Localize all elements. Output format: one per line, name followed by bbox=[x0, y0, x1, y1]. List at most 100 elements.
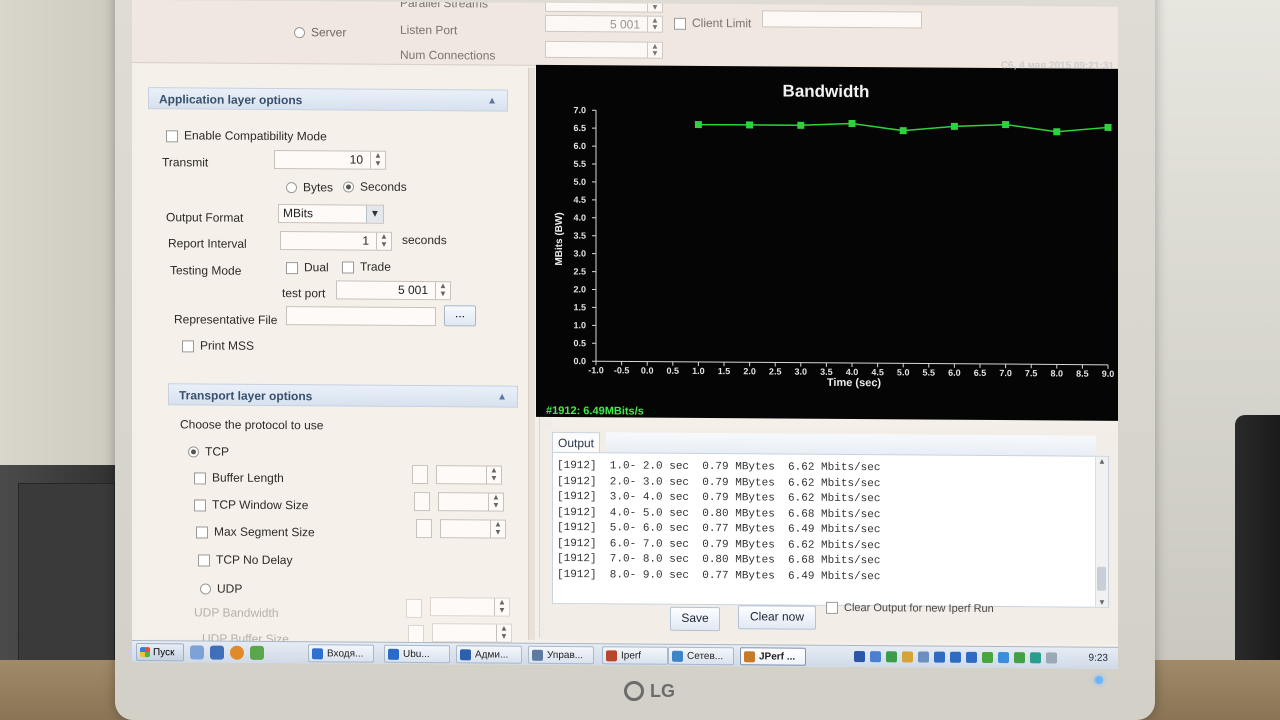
max-segment-spinner[interactable]: ▲ ▼ bbox=[440, 519, 506, 539]
taskbar-task[interactable]: JPerf ... bbox=[740, 647, 806, 666]
output-log[interactable]: [1912] 1.0- 2.0 sec 0.79 MBytes 6.62 Mbi… bbox=[552, 451, 1109, 608]
print-mss-checkbox[interactable] bbox=[182, 340, 194, 353]
app-layer-header[interactable]: Application layer options ▲ bbox=[148, 87, 508, 112]
save-button[interactable]: Save bbox=[670, 606, 720, 632]
tray-app-icon[interactable] bbox=[1014, 652, 1025, 664]
dual-option[interactable]: Dual bbox=[286, 260, 329, 274]
parallel-streams-label: Parallel Streams bbox=[400, 0, 489, 11]
tray-app-icon[interactable] bbox=[870, 651, 881, 663]
tcp-no-delay-checkbox[interactable] bbox=[198, 554, 210, 567]
udp-buffer-spinner[interactable]: ▲ ▼ bbox=[432, 623, 512, 643]
clear-now-button[interactable]: Clear now bbox=[738, 605, 816, 630]
spinner-arrows-icon[interactable]: ▲▼ bbox=[496, 624, 511, 642]
max-segment-checkbox[interactable] bbox=[196, 526, 208, 539]
tray-app-icon[interactable] bbox=[1030, 652, 1041, 664]
task-label: Ubu... bbox=[403, 648, 430, 661]
server-radio-label[interactable]: Server bbox=[294, 25, 346, 39]
task-label: Сетев... bbox=[687, 650, 724, 663]
trade-option[interactable]: Trade bbox=[342, 259, 391, 274]
show-desktop-icon[interactable] bbox=[190, 645, 204, 660]
output-format-select[interactable]: MBits ▼ bbox=[278, 204, 384, 224]
spinner-arrows-icon[interactable]: ▲▼ bbox=[494, 598, 509, 616]
explorer-icon[interactable] bbox=[210, 645, 224, 660]
spinner-arrows-icon[interactable]: ▲▼ bbox=[647, 16, 662, 32]
taskbar-task[interactable]: Входя... bbox=[308, 644, 374, 663]
pane-splitter[interactable] bbox=[528, 67, 535, 640]
print-mss-option[interactable]: Print MSS bbox=[182, 338, 254, 353]
tab-output[interactable]: Output bbox=[552, 431, 600, 454]
quick-launch-icon[interactable] bbox=[250, 645, 264, 660]
scroll-down-icon[interactable]: ▼ bbox=[1096, 598, 1108, 607]
bytes-radio[interactable] bbox=[286, 182, 297, 194]
browse-file-button[interactable]: ... bbox=[444, 305, 476, 327]
max-segment-option[interactable]: Max Segment Size bbox=[196, 524, 315, 539]
compat-mode-option[interactable]: Enable Compatibility Mode bbox=[166, 128, 327, 143]
start-button[interactable]: Пуск bbox=[136, 643, 184, 662]
output-scrollbar[interactable]: ▲ ▼ bbox=[1095, 456, 1108, 607]
clear-on-run-checkbox[interactable] bbox=[826, 601, 838, 615]
spinner-arrows-icon[interactable]: ▲▼ bbox=[435, 281, 450, 300]
spinner-arrows-icon[interactable]: ▲▼ bbox=[488, 493, 503, 511]
tcp-radio[interactable] bbox=[188, 446, 199, 458]
tray-app-icon[interactable] bbox=[982, 651, 993, 664]
clear-on-run-option[interactable]: Clear Output for new Iperf Run bbox=[826, 601, 994, 615]
tcp-no-delay-option[interactable]: TCP No Delay bbox=[198, 552, 292, 567]
spinner-arrows-icon[interactable]: ▲▼ bbox=[376, 232, 391, 250]
tray-app-icon[interactable] bbox=[886, 651, 897, 663]
client-limit-field[interactable] bbox=[762, 10, 922, 29]
report-interval-spinner[interactable]: 1 ▲ ▼ bbox=[280, 231, 392, 251]
volume-icon[interactable] bbox=[1046, 652, 1057, 664]
client-limit-label[interactable]: Client Limit bbox=[674, 16, 751, 30]
transport-layer-header[interactable]: Transport layer options ▲ bbox=[168, 383, 518, 409]
tray-app-icon[interactable] bbox=[934, 651, 945, 663]
udp-radio[interactable] bbox=[200, 583, 211, 595]
network-icon[interactable] bbox=[918, 651, 929, 663]
buffer-length-option[interactable]: Buffer Length bbox=[194, 470, 284, 485]
listen-port-spinner[interactable]: 5 001 ▲ ▼ bbox=[545, 14, 663, 33]
lg-logo-icon bbox=[624, 681, 644, 701]
test-port-spinner[interactable]: 5 001 ▲ ▼ bbox=[336, 280, 451, 301]
taskbar-task[interactable]: Адми... bbox=[456, 645, 522, 664]
chevron-down-icon[interactable]: ▼ bbox=[366, 205, 383, 223]
dual-checkbox[interactable] bbox=[286, 261, 298, 274]
compat-mode-checkbox[interactable] bbox=[166, 130, 178, 143]
tcp-window-checkbox[interactable] bbox=[194, 499, 206, 512]
tray-app-icon[interactable] bbox=[966, 651, 977, 663]
tray-app-icon[interactable] bbox=[902, 651, 913, 663]
taskbar-task[interactable]: Сетев... bbox=[668, 646, 734, 666]
trade-checkbox[interactable] bbox=[342, 261, 354, 274]
tcp-window-option[interactable]: TCP Window Size bbox=[194, 497, 308, 512]
tray-app-icon[interactable] bbox=[998, 652, 1009, 664]
udp-option[interactable]: UDP bbox=[200, 581, 242, 596]
taskbar-task[interactable]: Управ... bbox=[528, 645, 594, 665]
spinner-arrows-icon[interactable]: ▲▼ bbox=[647, 42, 662, 58]
collapse-icon[interactable]: ▲ bbox=[497, 387, 507, 409]
tcp-option[interactable]: TCP bbox=[188, 444, 229, 459]
taskbar-task[interactable]: Ubu... bbox=[384, 644, 450, 664]
client-limit-checkbox[interactable] bbox=[674, 17, 686, 30]
seconds-radio[interactable] bbox=[343, 181, 354, 193]
collapse-icon[interactable]: ▲ bbox=[487, 90, 497, 112]
scroll-up-icon[interactable]: ▲ bbox=[1096, 457, 1108, 466]
taskbar-task[interactable]: Iperf bbox=[602, 646, 668, 665]
tcp-window-spinner[interactable]: ▲ ▼ bbox=[438, 492, 504, 512]
transmit-label: Transmit bbox=[162, 155, 209, 170]
spinner-arrows-icon[interactable]: ▲▼ bbox=[486, 465, 501, 484]
x-tick-label: 6.0 bbox=[948, 368, 961, 378]
buffer-length-spinner[interactable]: ▲ ▼ bbox=[436, 465, 502, 485]
buffer-length-checkbox[interactable] bbox=[194, 472, 206, 485]
transmit-spinner[interactable]: 10 ▲ ▼ bbox=[274, 149, 386, 170]
rep-file-input[interactable] bbox=[286, 306, 436, 327]
tray-app-icon[interactable] bbox=[950, 651, 961, 663]
scroll-thumb[interactable] bbox=[1097, 566, 1106, 591]
bytes-option[interactable]: Bytes bbox=[286, 180, 333, 194]
x-tick-label: 1.5 bbox=[718, 366, 731, 376]
browser-icon[interactable] bbox=[230, 645, 244, 660]
seconds-option[interactable]: Seconds bbox=[343, 179, 407, 194]
server-radio[interactable] bbox=[294, 27, 305, 39]
language-icon[interactable] bbox=[854, 651, 865, 663]
spinner-arrows-icon[interactable]: ▲▼ bbox=[490, 520, 505, 538]
udp-bandwidth-spinner[interactable]: ▲ ▼ bbox=[430, 597, 510, 617]
spinner-arrows-icon[interactable]: ▲▼ bbox=[370, 151, 385, 169]
max-connections-spinner[interactable]: ▲ ▼ bbox=[545, 40, 663, 59]
